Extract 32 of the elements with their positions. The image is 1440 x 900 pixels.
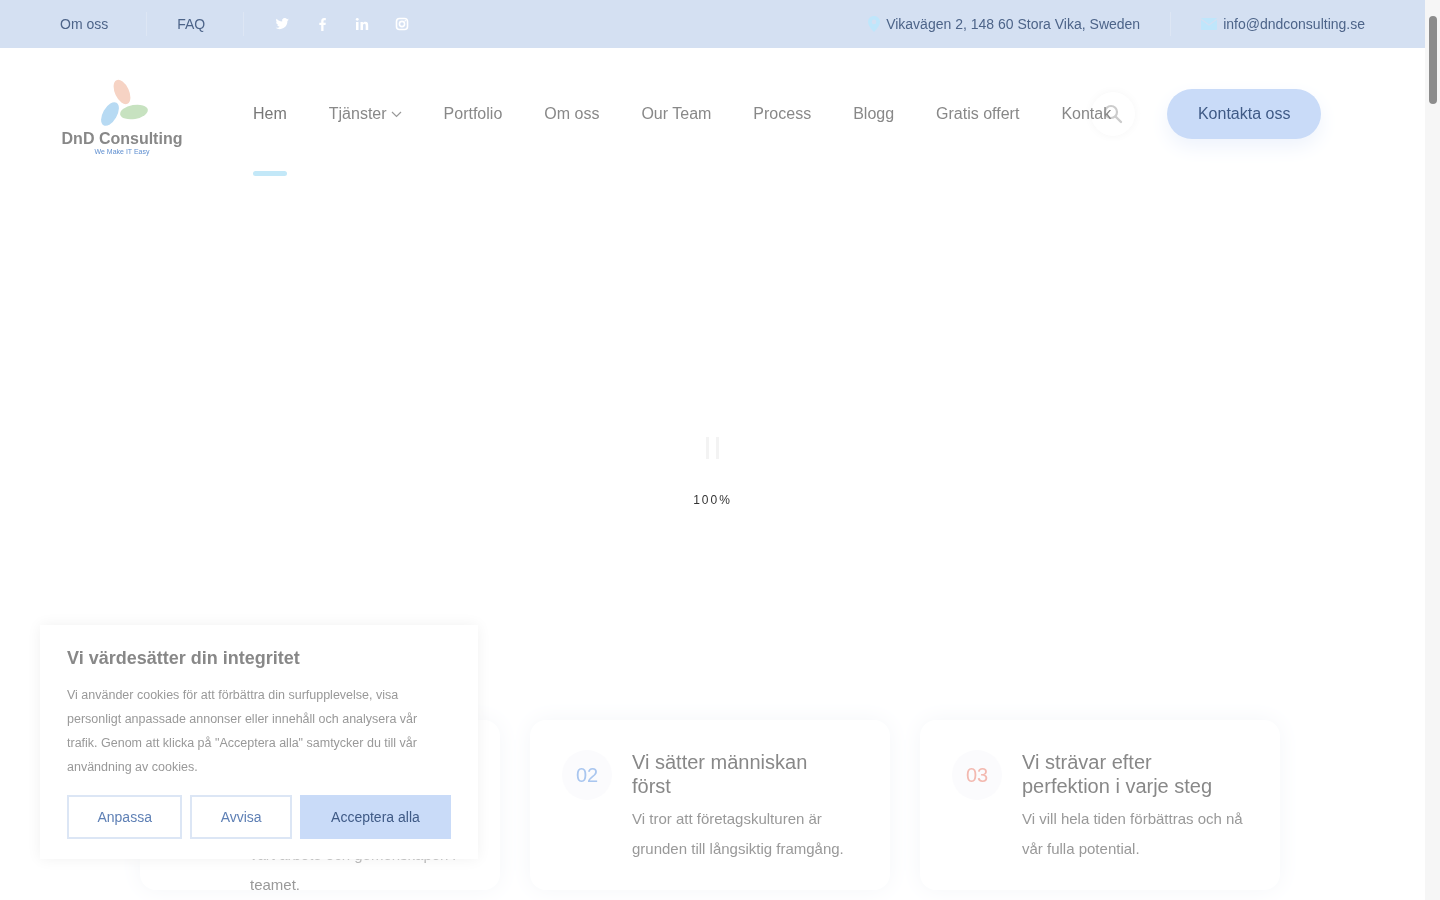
step-number: 02 <box>562 750 612 800</box>
address-text: Vikavägen 2, 148 60 Stora Vika, Sweden <box>886 16 1141 32</box>
cookie-text: Vi använder cookies för att förbättra din surfupplevelse, visa personligt anpassade annonser eller innehåll och analysera vår trafik. Genom att klicka på "Acceptera alla" samtycker du till vår användning av cookies. <box>67 687 419 776</box>
progress-percentage: 100% <box>693 493 732 507</box>
top-link[interactable]: FAQ <box>177 16 214 32</box>
cookie-title: Vi värdesätter din integritet <box>67 648 301 669</box>
nav-link[interactable]: Om oss <box>544 48 600 180</box>
scrollbar[interactable] <box>1425 0 1440 900</box>
nav-link[interactable]: Kontak <box>1061 48 1112 180</box>
contact-button[interactable]: Kontakta oss <box>1167 89 1322 139</box>
linkedin-icon[interactable] <box>354 16 371 32</box>
twitter-icon[interactable] <box>274 16 291 32</box>
accept-button[interactable]: Acceptera alla <box>299 795 451 839</box>
nav-link[interactable]: Hem <box>253 48 287 180</box>
nav-link[interactable]: Process <box>753 48 812 180</box>
nav-link[interactable]: Gratis offert <box>936 48 1020 180</box>
step-number: 03 <box>952 750 1002 800</box>
logo-text: DnD Consulting <box>61 129 183 148</box>
cookie-button[interactable]: Anpassa <box>67 795 183 839</box>
nav-link[interactable]: Blogg <box>853 48 895 180</box>
feature-text: Vi tror att företagskulturen är grunden till långsiktig framgång. <box>632 809 845 859</box>
instagram-icon[interactable] <box>394 16 411 32</box>
nav-link[interactable]: Tjänster <box>328 48 402 180</box>
scroll-thumb[interactable] <box>1428 16 1437 104</box>
nav-link[interactable]: Portfolio <box>443 48 503 180</box>
nav-link[interactable]: Our Team <box>641 48 712 180</box>
cookie-button[interactable]: Avvisa <box>190 795 292 839</box>
feature-text: Vi vill hela tiden förbättras och nå vår fulla potential. <box>1022 809 1244 859</box>
feature-title: Vi sätter människan först <box>632 750 809 798</box>
top-link[interactable]: Om oss <box>60 16 117 32</box>
email-link[interactable]: info@dndconsulting.se <box>1223 16 1365 32</box>
feature-title: Vi strävar efter perfektion i varje steg <box>1022 750 1214 798</box>
